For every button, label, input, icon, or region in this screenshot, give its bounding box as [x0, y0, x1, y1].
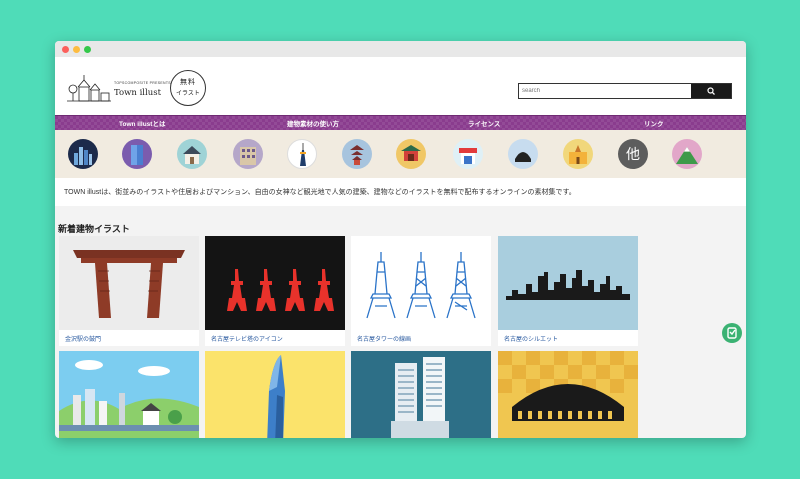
- card-caption[interactable]: 名古屋タワーの線画: [351, 330, 491, 346]
- search-icon: [707, 87, 715, 95]
- free-illust-badge: 無料 イラスト: [170, 70, 206, 106]
- badge-line-1: 無料: [180, 79, 196, 86]
- city-skyline-icon[interactable]: [68, 139, 98, 169]
- card-caption[interactable]: 名古屋のシルエット: [498, 330, 638, 346]
- illust-card-twin-towers[interactable]: [351, 351, 491, 438]
- illust-card-town-landscape[interactable]: [59, 351, 199, 438]
- other-label: 他: [626, 147, 640, 163]
- browser-window: TOPSCOMPOSITE PRESENTS Town illust 無料 イラ…: [55, 41, 746, 438]
- shop-icon[interactable]: [453, 139, 483, 169]
- search-input[interactable]: [522, 85, 682, 96]
- illust-card-kanazawa-gate[interactable]: 金沢駅の鼓門: [59, 236, 199, 346]
- nav-how-to-use[interactable]: 建物素材の使い方: [287, 118, 339, 128]
- logo-subtitle: TOPSCOMPOSITE PRESENTS: [114, 81, 171, 85]
- town-logo-icon[interactable]: [67, 71, 111, 103]
- dome-stadium-image: [498, 351, 638, 438]
- zoom-window-button[interactable]: [84, 46, 91, 53]
- spiral-tower-image: [205, 351, 345, 438]
- nav-about[interactable]: Town illustとは: [119, 118, 165, 128]
- twin-towers-image: [351, 351, 491, 438]
- illust-card-dome-stadium[interactable]: [498, 351, 638, 438]
- category-bar: 他: [55, 130, 746, 178]
- site-description: TOWN illustは、街並みのイラストや住居およびマンション、自由の女神など…: [55, 178, 746, 206]
- section-title: 新着建物イラスト: [58, 224, 130, 234]
- illust-card-nagoya-silhouette[interactable]: 名古屋のシルエット: [498, 236, 638, 346]
- house-icon[interactable]: [177, 139, 207, 169]
- apartment-icon[interactable]: [233, 139, 263, 169]
- window-titlebar: [55, 41, 746, 57]
- minimize-window-button[interactable]: [73, 46, 80, 53]
- badge-line-2: イラスト: [176, 91, 200, 97]
- nav-license[interactable]: ライセンス: [468, 118, 500, 128]
- kanazawa-gate-image: [59, 236, 199, 330]
- office-building-icon[interactable]: [122, 139, 152, 169]
- town-landscape-image: [59, 351, 199, 438]
- pagoda-icon[interactable]: [342, 139, 372, 169]
- tower-icon[interactable]: [287, 139, 317, 169]
- illust-card-spiral-tower[interactable]: [205, 351, 345, 438]
- search-button[interactable]: [691, 84, 731, 98]
- main-nav: Town illustとは 建物素材の使い方 ライセンス リンク: [55, 115, 746, 131]
- school-icon[interactable]: [563, 139, 593, 169]
- card-caption[interactable]: 金沢駅の鼓門: [59, 330, 199, 346]
- nav-links[interactable]: リンク: [644, 118, 664, 128]
- mountain-icon[interactable]: [672, 139, 702, 169]
- description-text: TOWN illustは、街並みのイラストや住居およびマンション、自由の女神など…: [64, 189, 576, 196]
- illust-card-nagoya-tower-line[interactable]: 名古屋タワーの線画: [351, 236, 491, 346]
- other-icon[interactable]: 他: [618, 139, 648, 169]
- nagoya-silhouette-image: [498, 236, 638, 330]
- site-header: TOPSCOMPOSITE PRESENTS Town illust 無料 イラ…: [55, 57, 746, 115]
- illust-card-nagoya-tv-tower-icon[interactable]: 名古屋テレビ塔のアイコン: [205, 236, 345, 346]
- floating-share-button[interactable]: [722, 323, 742, 343]
- nagoya-tv-tower-icon-image: [205, 236, 345, 330]
- close-window-button[interactable]: [62, 46, 69, 53]
- share-icon: [727, 327, 737, 339]
- logo-title[interactable]: Town illust: [114, 88, 161, 98]
- shrine-icon[interactable]: [396, 139, 426, 169]
- nagoya-tower-line-image: [351, 236, 491, 330]
- search-box: [518, 83, 732, 99]
- card-caption[interactable]: 名古屋テレビ塔のアイコン: [205, 330, 345, 346]
- dome-icon[interactable]: [508, 139, 538, 169]
